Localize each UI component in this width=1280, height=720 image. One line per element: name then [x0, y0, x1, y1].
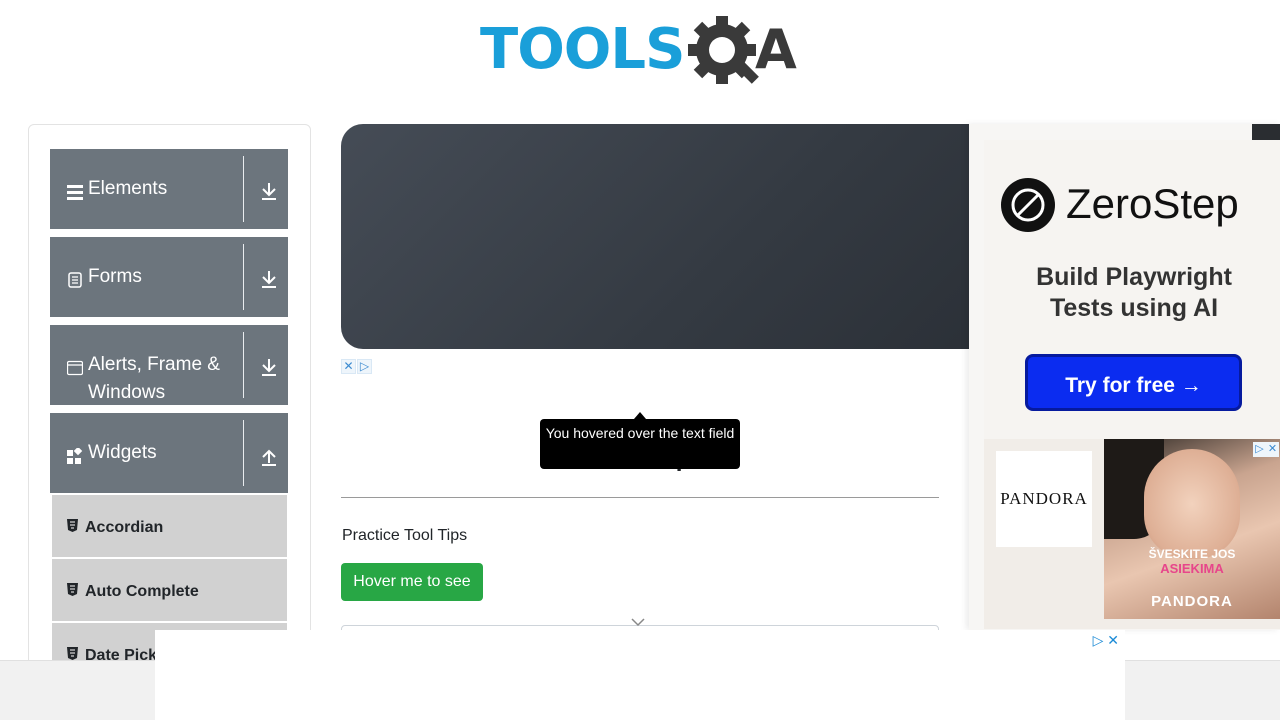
- sidebar-item-label: Auto Complete: [85, 583, 199, 600]
- sidebar-group-label: Widgets: [88, 442, 157, 463]
- try-for-free-button[interactable]: Try for free →: [1025, 354, 1242, 411]
- play-icon[interactable]: ▷: [1253, 442, 1266, 457]
- tooltip: You hovered over the text field: [540, 419, 740, 469]
- pandora-line2: ASIEKIMA: [1160, 561, 1224, 576]
- zerostep-logo-icon: [1001, 178, 1055, 232]
- sidebar: Elements Forms Alerts, Frame & Windows W…: [28, 124, 311, 685]
- sidebar-group-forms[interactable]: Forms: [50, 237, 288, 317]
- document-icon: [68, 272, 82, 288]
- sidebar-group-alerts[interactable]: Alerts, Frame & Windows: [50, 325, 288, 405]
- play-icon[interactable]: ▷: [1093, 632, 1104, 648]
- divider: [243, 332, 244, 398]
- sidebar-group-widgets[interactable]: Widgets: [50, 413, 288, 493]
- sidebar-item-accordian[interactable]: Accordian: [52, 495, 287, 557]
- pandora-line1: ŠVESKITE JOS: [1148, 547, 1236, 561]
- download-arrow-icon[interactable]: [258, 179, 280, 203]
- chevron-down-icon[interactable]: [631, 617, 645, 627]
- html5-icon: [67, 519, 78, 532]
- close-icon[interactable]: ✕: [341, 359, 356, 374]
- sidebar-item-auto-complete[interactable]: Auto Complete: [52, 559, 287, 621]
- section-title: Practice Tool Tips: [342, 527, 468, 544]
- close-icon[interactable]: ✕: [1266, 442, 1279, 457]
- tooltip-arrow: [634, 412, 646, 419]
- pandora-photo: ŠVESKITE JOS ASIEKIMA PANDORA: [1104, 439, 1280, 619]
- sidebar-group-label: Alerts, Frame & Windows: [88, 354, 220, 403]
- upload-arrow-icon[interactable]: [258, 443, 280, 467]
- play-icon[interactable]: ▷: [357, 359, 372, 374]
- html5-icon: [67, 583, 78, 596]
- zerostep-headline: Build Playwright Tests using AI: [1036, 263, 1232, 322]
- svg-text:TOOLS: TOOLS: [480, 17, 684, 82]
- download-arrow-icon[interactable]: [258, 355, 280, 379]
- pandora-ad[interactable]: PANDORA ŠVESKITE JOS ASIEKIMA PANDORA: [984, 439, 1280, 629]
- page: TOOLS A Elements Forms Alerts, Frame & W…: [0, 0, 1280, 720]
- pandora-logo: PANDORA: [996, 451, 1092, 547]
- window-icon: [67, 360, 83, 376]
- svg-text:A: A: [755, 18, 797, 81]
- sidebar-group-label: Forms: [88, 266, 142, 287]
- hover-me-button[interactable]: Hover me to see: [341, 563, 483, 601]
- hamburger-icon: [67, 185, 83, 200]
- toolsqa-logo[interactable]: TOOLS A: [480, 14, 810, 94]
- zerostep-brand: ZeroStep: [1066, 180, 1239, 227]
- download-arrow-icon[interactable]: [258, 267, 280, 291]
- ad-corner: [1252, 124, 1280, 140]
- divider: [243, 420, 244, 486]
- sidebar-group-elements[interactable]: Elements: [50, 149, 288, 229]
- sidebar-group-label: Elements: [88, 178, 168, 199]
- gear-icon: [688, 16, 759, 84]
- adchoices-icon[interactable]: ✕ ▷: [341, 357, 374, 374]
- sidebar-ad[interactable]: ZeroStep Build Playwright Tests using AI…: [969, 124, 1280, 630]
- widgets-icon: [67, 448, 83, 464]
- divider: [243, 244, 244, 310]
- adchoices-icon[interactable]: ▷ ✕: [1093, 632, 1119, 649]
- pandora-line3: PANDORA: [1151, 593, 1233, 610]
- sidebar-item-label: Accordian: [85, 519, 164, 536]
- zerostep-ad[interactable]: ZeroStep Build Playwright Tests using AI…: [984, 140, 1280, 440]
- bottom-ad[interactable]: ▷ ✕: [155, 630, 1125, 720]
- close-icon[interactable]: ✕: [1107, 632, 1119, 648]
- divider: [243, 156, 244, 222]
- banner-ad[interactable]: [341, 124, 991, 349]
- photo-face: [1144, 449, 1240, 559]
- adchoices-icon[interactable]: ▷ ✕: [1253, 439, 1280, 457]
- html5-icon: [67, 647, 78, 660]
- divider: [341, 497, 939, 498]
